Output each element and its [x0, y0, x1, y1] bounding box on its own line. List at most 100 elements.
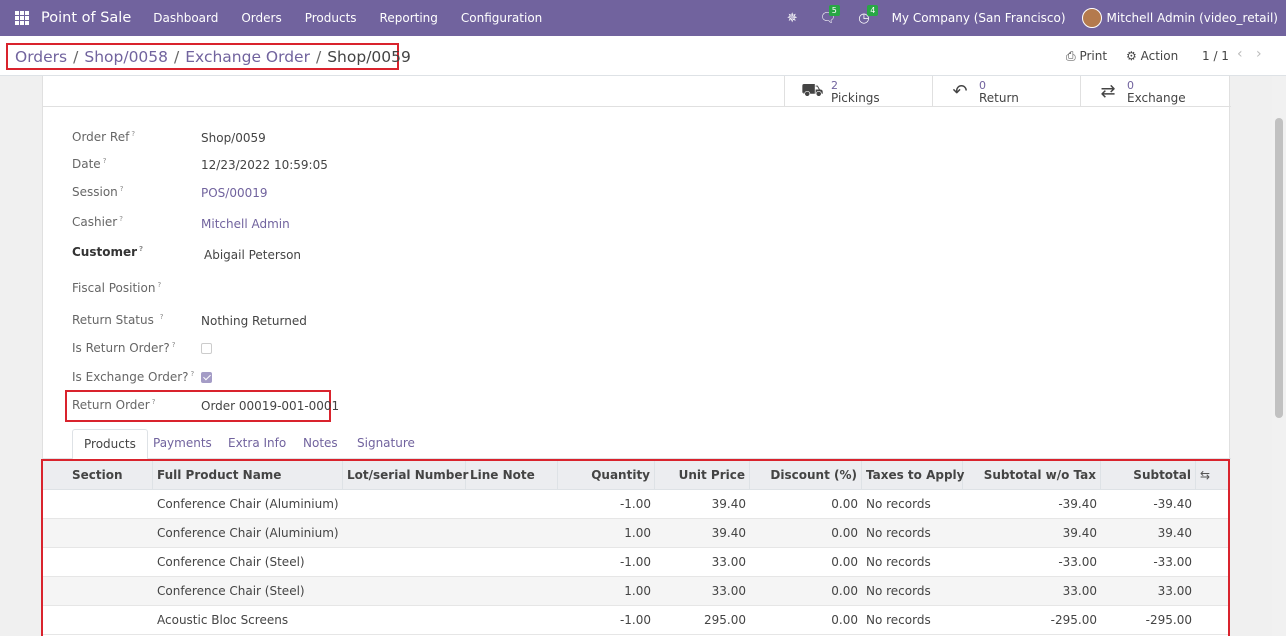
exchange-label: Exchange — [1127, 90, 1186, 105]
page-scrollbar[interactable] — [1272, 76, 1286, 636]
cell-discount: 0.00 — [831, 584, 858, 598]
menu-configuration[interactable]: Configuration — [461, 11, 542, 25]
debug-bug-icon[interactable]: ✵ — [787, 11, 798, 26]
pager-prev-icon[interactable]: ‹ — [1237, 46, 1243, 62]
truck-icon: ⛟ — [801, 79, 824, 101]
activities-clock-icon[interactable]: ◷ 4 — [858, 4, 879, 26]
col-taxes[interactable]: Taxes to Apply — [862, 461, 965, 490]
breadcrumb-exchange-order[interactable]: Exchange Order — [185, 48, 310, 66]
tab-products[interactable]: Products — [72, 429, 148, 460]
smart-button-box: ⛟ 2 Pickings ↶ 0 Return ⇄ 0 Exchange — [43, 76, 1231, 107]
cell-product-name: Conference Chair (Aluminium) — [157, 526, 339, 540]
print-label: Print — [1079, 49, 1108, 63]
top-navbar: Point of Sale Dashboard Orders Products … — [0, 0, 1286, 36]
app-brand[interactable]: Point of Sale — [41, 10, 131, 26]
tab-signature[interactable]: Signature — [346, 429, 426, 459]
cell-subtotal-wo-tax: 33.00 — [1062, 584, 1097, 598]
cell-product-name: Conference Chair (Aluminium) — [157, 497, 339, 511]
col-unit-price[interactable]: Unit Price — [655, 461, 750, 490]
session-label: Session? — [72, 185, 124, 199]
cell-unit-price: 39.40 — [711, 497, 746, 511]
cell-unit-price: 295.00 — [704, 613, 746, 627]
cell-subtotal: -33.00 — [1153, 555, 1192, 569]
fiscal-position-label: Fiscal Position? — [72, 281, 162, 295]
cell-quantity: -1.00 — [619, 613, 651, 627]
breadcrumb-shop-0058[interactable]: Shop/0058 — [84, 48, 168, 66]
scrollbar-thumb[interactable] — [1275, 118, 1283, 418]
breadcrumb-orders[interactable]: Orders — [15, 48, 67, 66]
col-full-product-name[interactable]: Full Product Name — [153, 461, 343, 490]
company-switcher[interactable]: My Company (San Francisco) — [892, 11, 1066, 25]
menu-orders[interactable]: Orders — [241, 11, 281, 25]
print-button[interactable]: ⎙ Print — [1066, 49, 1107, 64]
return-smart-button[interactable]: ↶ 0 Return — [932, 76, 1080, 107]
col-lot-serial-number[interactable]: Lot/serial Number — [343, 461, 468, 490]
is-exchange-order-label: Is Exchange Order?? — [72, 370, 195, 384]
cell-discount: 0.00 — [831, 497, 858, 511]
apps-menu-icon[interactable] — [15, 11, 29, 25]
cell-unit-price: 39.40 — [711, 526, 746, 540]
table-row[interactable]: Conference Chair (Steel) 1.00 33.00 0.00… — [43, 577, 1228, 606]
cell-quantity: -1.00 — [619, 555, 651, 569]
pager-value[interactable]: 1 / 1 — [1202, 49, 1229, 63]
tab-payments[interactable]: Payments — [142, 429, 223, 459]
cell-quantity: 1.00 — [624, 526, 651, 540]
optional-columns-icon[interactable]: ⇆ — [1200, 468, 1210, 482]
order-lines-table: Section Full Product Name Lot/serial Num… — [41, 459, 1230, 636]
col-discount[interactable]: Discount (%) — [750, 461, 862, 490]
messages-icon[interactable]: 🗨︎ 5 — [820, 4, 840, 26]
control-panel: Orders / Shop/0058 / Exchange Order / Sh… — [0, 36, 1286, 76]
exchange-arrows-icon: ⇄ — [1100, 81, 1116, 102]
pager-next-icon[interactable]: › — [1256, 46, 1262, 62]
cell-taxes: No records — [866, 497, 931, 511]
breadcrumb-current: Shop/0059 — [327, 47, 411, 66]
cashier-label: Cashier? — [72, 215, 123, 229]
breadcrumb-separator: / — [174, 47, 180, 66]
col-line-note[interactable]: Line Note — [466, 461, 558, 490]
action-button[interactable]: ⚙ Action — [1126, 49, 1178, 63]
table-row[interactable]: Conference Chair (Aluminium) -1.00 39.40… — [43, 490, 1228, 519]
cell-subtotal: -295.00 — [1145, 613, 1192, 627]
table-row[interactable]: Acoustic Bloc Screens -1.00 295.00 0.00 … — [43, 606, 1228, 635]
cell-taxes: No records — [866, 613, 931, 627]
cell-discount: 0.00 — [831, 526, 858, 540]
cell-product-name: Acoustic Bloc Screens — [157, 613, 289, 627]
cell-subtotal-wo-tax: -39.40 — [1058, 497, 1097, 511]
user-avatar[interactable] — [1081, 8, 1102, 28]
navbar-right: ✵ 🗨︎ 5 ◷ 4 My Company (San Francisco) Mitc… — [787, 0, 1286, 36]
customer-field[interactable]: Abigail Peterson — [204, 248, 301, 262]
col-subtotal[interactable]: Subtotal — [1101, 461, 1196, 490]
tab-extra-info[interactable]: Extra Info — [217, 429, 297, 459]
cell-discount: 0.00 — [831, 613, 858, 627]
order-ref-value: Shop/0059 — [201, 131, 266, 145]
menu-reporting[interactable]: Reporting — [380, 11, 438, 25]
notebook-tabs: Products Payments Extra Info Notes Signa… — [43, 429, 1231, 460]
col-subtotal-wo-tax[interactable]: Subtotal w/o Tax — [963, 461, 1101, 490]
table-row[interactable]: Conference Chair (Steel) -1.00 33.00 0.0… — [43, 548, 1228, 577]
user-menu[interactable]: Mitchell Admin (video_retail) — [1107, 11, 1278, 25]
messages-count-badge: 5 — [828, 4, 840, 16]
table-row[interactable]: Conference Chair (Aluminium) 1.00 39.40 … — [43, 519, 1228, 548]
pickings-count: 2 — [831, 78, 838, 92]
is-return-order-checkbox[interactable] — [201, 343, 212, 354]
pickings-smart-button[interactable]: ⛟ 2 Pickings — [784, 76, 932, 107]
gear-icon: ⚙ — [1126, 49, 1137, 63]
printer-icon: ⎙ — [1066, 49, 1076, 63]
tab-notes[interactable]: Notes — [292, 429, 349, 459]
cell-taxes: No records — [866, 555, 931, 569]
session-link[interactable]: POS/00019 — [201, 186, 268, 200]
col-section[interactable]: Section — [43, 461, 153, 490]
form-sheet: ⛟ 2 Pickings ↶ 0 Return ⇄ 0 Exchange Order … — [41, 76, 1231, 636]
cell-subtotal: -39.40 — [1153, 497, 1192, 511]
date-value: 12/23/2022 10:59:05 — [201, 158, 328, 172]
menu-dashboard[interactable]: Dashboard — [153, 11, 218, 25]
cashier-link[interactable]: Mitchell Admin — [201, 217, 290, 231]
menu-products[interactable]: Products — [305, 11, 357, 25]
reply-arrow-icon: ↶ — [952, 81, 968, 102]
customer-label: Customer? — [72, 245, 144, 259]
return-label: Return — [979, 90, 1019, 105]
exchange-smart-button[interactable]: ⇄ 0 Exchange — [1080, 76, 1230, 107]
activities-count-badge: 4 — [867, 4, 879, 16]
is-exchange-order-checkbox[interactable] — [201, 372, 212, 383]
col-quantity[interactable]: Quantity — [558, 461, 655, 490]
